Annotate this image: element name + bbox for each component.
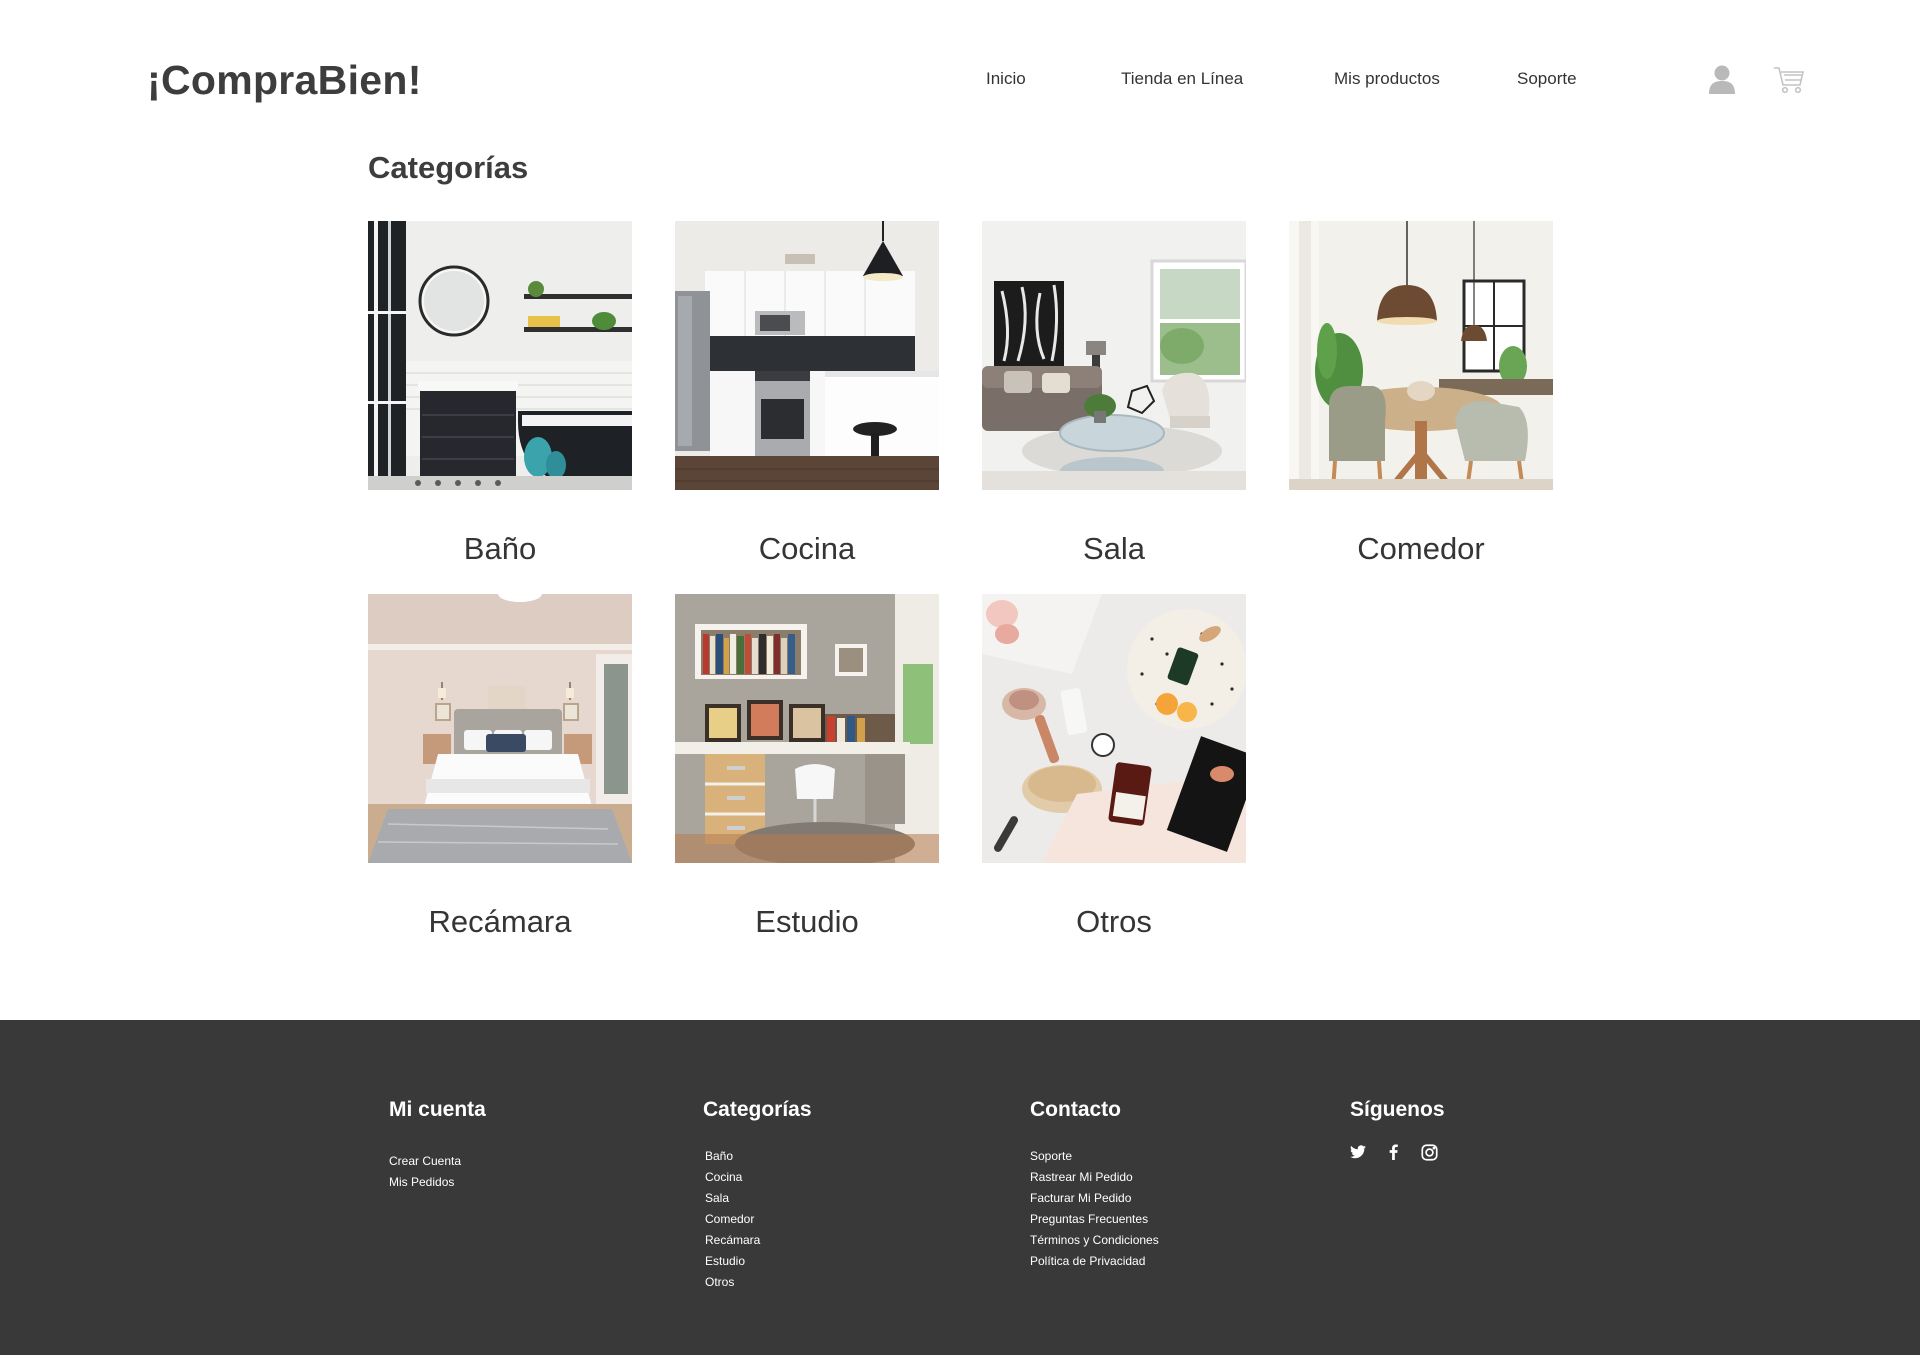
footer-link-bano[interactable]: Baño [705, 1146, 760, 1167]
category-label: Estudio [755, 904, 859, 939]
twitter-icon[interactable] [1350, 1145, 1366, 1164]
footer-link-terminos[interactable]: Términos y Condiciones [1030, 1230, 1159, 1251]
kitchen-image [675, 221, 939, 490]
category-card-otros[interactable]: Otros [982, 594, 1246, 939]
footer-link-facturar-pedido[interactable]: Facturar Mi Pedido [1030, 1188, 1159, 1209]
page-title: Categorías [368, 150, 529, 185]
footer-heading: Contacto [1030, 1098, 1121, 1121]
footer-link-preguntas-frecuentes[interactable]: Preguntas Frecuentes [1030, 1209, 1159, 1230]
category-card-cocina[interactable]: Cocina [675, 221, 939, 566]
footer-heading: Síguenos [1350, 1098, 1445, 1121]
category-label: Sala [1082, 531, 1146, 566]
footer-link-comedor[interactable]: Comedor [705, 1209, 760, 1230]
footer-link-crear-cuenta[interactable]: Crear Cuenta [389, 1151, 461, 1172]
study-image [675, 594, 939, 863]
category-label: Baño [463, 531, 537, 566]
nav-soporte[interactable]: Soporte [1517, 69, 1577, 89]
category-label: Otros [1076, 904, 1152, 939]
footer-link-soporte[interactable]: Soporte [1030, 1146, 1159, 1167]
cart-icon[interactable] [1773, 65, 1805, 100]
instagram-icon[interactable] [1421, 1144, 1438, 1166]
category-card-sala[interactable]: Sala [982, 221, 1246, 566]
category-card-estudio[interactable]: Estudio [675, 594, 939, 939]
footer-contact-column: Contacto Soporte Rastrear Mi Pedido Fact… [1030, 1098, 1159, 1268]
bedroom-image [368, 594, 632, 863]
category-card-comedor[interactable]: Comedor [1289, 221, 1553, 566]
footer-link-privacidad[interactable]: Política de Privacidad [1030, 1251, 1159, 1272]
category-label: Comedor [1357, 531, 1485, 566]
other-products-image [982, 594, 1246, 863]
footer-categories-column: Categorías Baño Cocina Sala Comedor Recá… [703, 1098, 812, 1289]
footer-link-otros[interactable]: Otros [705, 1272, 760, 1293]
footer-link-estudio[interactable]: Estudio [705, 1251, 760, 1272]
category-card-recamara[interactable]: Recámara [368, 594, 632, 939]
footer-heading: Mi cuenta [389, 1098, 486, 1121]
footer-link-sala[interactable]: Sala [705, 1188, 760, 1209]
nav-tienda-en-linea[interactable]: Tienda en Línea [1121, 69, 1243, 89]
category-label: Cocina [758, 531, 856, 566]
category-card-bano[interactable]: Baño [368, 221, 632, 566]
nav-inicio[interactable]: Inicio [986, 69, 1026, 89]
site-logo[interactable]: ¡CompraBien! [147, 57, 422, 104]
footer-link-rastrear-pedido[interactable]: Rastrear Mi Pedido [1030, 1167, 1159, 1188]
footer-account-column: Mi cuenta Crear Cuenta Mis Pedidos [389, 1098, 486, 1189]
bathroom-image [368, 221, 632, 490]
footer-link-recamara[interactable]: Recámara [705, 1230, 760, 1251]
footer-heading: Categorías [703, 1098, 812, 1121]
category-label: Recámara [428, 904, 572, 939]
living-room-image [982, 221, 1246, 490]
footer [0, 1020, 1920, 1355]
footer-link-mis-pedidos[interactable]: Mis Pedidos [389, 1172, 461, 1193]
footer-follow-column: Síguenos [1350, 1098, 1445, 1122]
facebook-icon[interactable] [1389, 1144, 1398, 1165]
footer-link-cocina[interactable]: Cocina [705, 1167, 760, 1188]
user-icon[interactable] [1708, 64, 1736, 99]
dining-room-image [1289, 221, 1553, 490]
nav-mis-productos[interactable]: Mis productos [1334, 69, 1440, 89]
